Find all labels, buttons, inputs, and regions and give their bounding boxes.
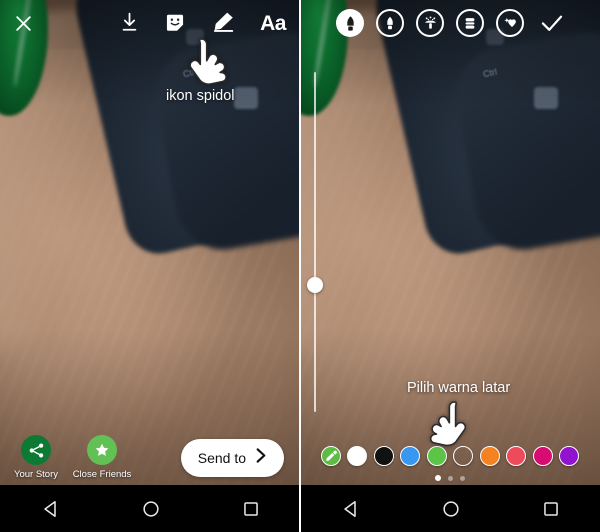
color-swatch-purple[interactable] [559, 446, 580, 466]
download-icon[interactable] [119, 12, 140, 34]
slider-thumb[interactable] [307, 277, 323, 293]
right-caption-label: Pilih warna latar [407, 380, 511, 396]
page-dot-3[interactable] [460, 475, 465, 481]
send-to-label: Send to [197, 450, 246, 466]
color-swatch-blue[interactable] [400, 446, 421, 466]
star-icon [87, 435, 117, 465]
hand-pointer-cursor-2 [427, 398, 477, 458]
color-swatch-eyedropper[interactable] [320, 446, 341, 466]
palette-page-dots [300, 472, 600, 484]
page-dot-1[interactable] [435, 475, 441, 481]
color-swatch-orange[interactable] [479, 446, 500, 466]
pen-filled-icon[interactable] [336, 9, 364, 37]
screenshot-root: Ctrl [0, 0, 600, 532]
color-swatch-white[interactable] [347, 446, 368, 466]
back-triangle-icon-2[interactable] [342, 500, 359, 518]
brush-size-slider[interactable] [306, 72, 324, 412]
back-triangle-icon[interactable] [42, 500, 59, 518]
share-your-story[interactable]: Your Story [0, 435, 72, 480]
spray-brush-icon[interactable] [416, 9, 444, 37]
home-circle-icon[interactable] [142, 500, 160, 518]
android-nav-bar-left [0, 485, 300, 532]
right-panel-draw-mode: Ctrl [300, 0, 600, 532]
hand-pointer-cursor [178, 35, 230, 97]
chevron-right-icon [255, 448, 267, 468]
story-photo-background: Ctrl [0, 0, 300, 485]
home-circle-icon-2[interactable] [442, 500, 460, 518]
close-icon[interactable] [14, 14, 33, 33]
panel-divider [299, 0, 301, 532]
color-swatch-red[interactable] [506, 446, 527, 466]
marker-pen-icon[interactable] [210, 11, 236, 35]
left-top-toolbar: Aa [0, 0, 300, 46]
text-tool-label[interactable]: Aa [260, 13, 286, 34]
color-swatch-magenta[interactable] [532, 446, 553, 466]
left-panel-story-editor: Ctrl [0, 0, 300, 532]
marker-outline-icon[interactable] [376, 9, 404, 37]
send-to-button[interactable]: Send to [180, 439, 284, 477]
draw-tools-toolbar [300, 0, 600, 46]
color-swatch-black[interactable] [373, 446, 394, 466]
recents-square-icon[interactable] [243, 501, 259, 517]
page-dot-2[interactable] [448, 475, 453, 481]
done-check-icon[interactable] [540, 13, 564, 33]
share-options-row: Your Story Close Friends Send to [0, 425, 300, 485]
close-friends-label: Close Friends [72, 469, 132, 480]
sticker-smiley-icon[interactable] [164, 12, 186, 34]
heart-sparkle-icon[interactable] [496, 9, 524, 37]
your-story-label: Your Story [13, 469, 58, 480]
android-nav-bar-right [300, 485, 600, 532]
share-network-icon [21, 435, 51, 465]
share-close-friends[interactable]: Close Friends [66, 435, 138, 480]
slider-track [314, 72, 316, 412]
recents-square-icon-2[interactable] [543, 501, 559, 517]
eraser-icon[interactable] [456, 9, 484, 37]
